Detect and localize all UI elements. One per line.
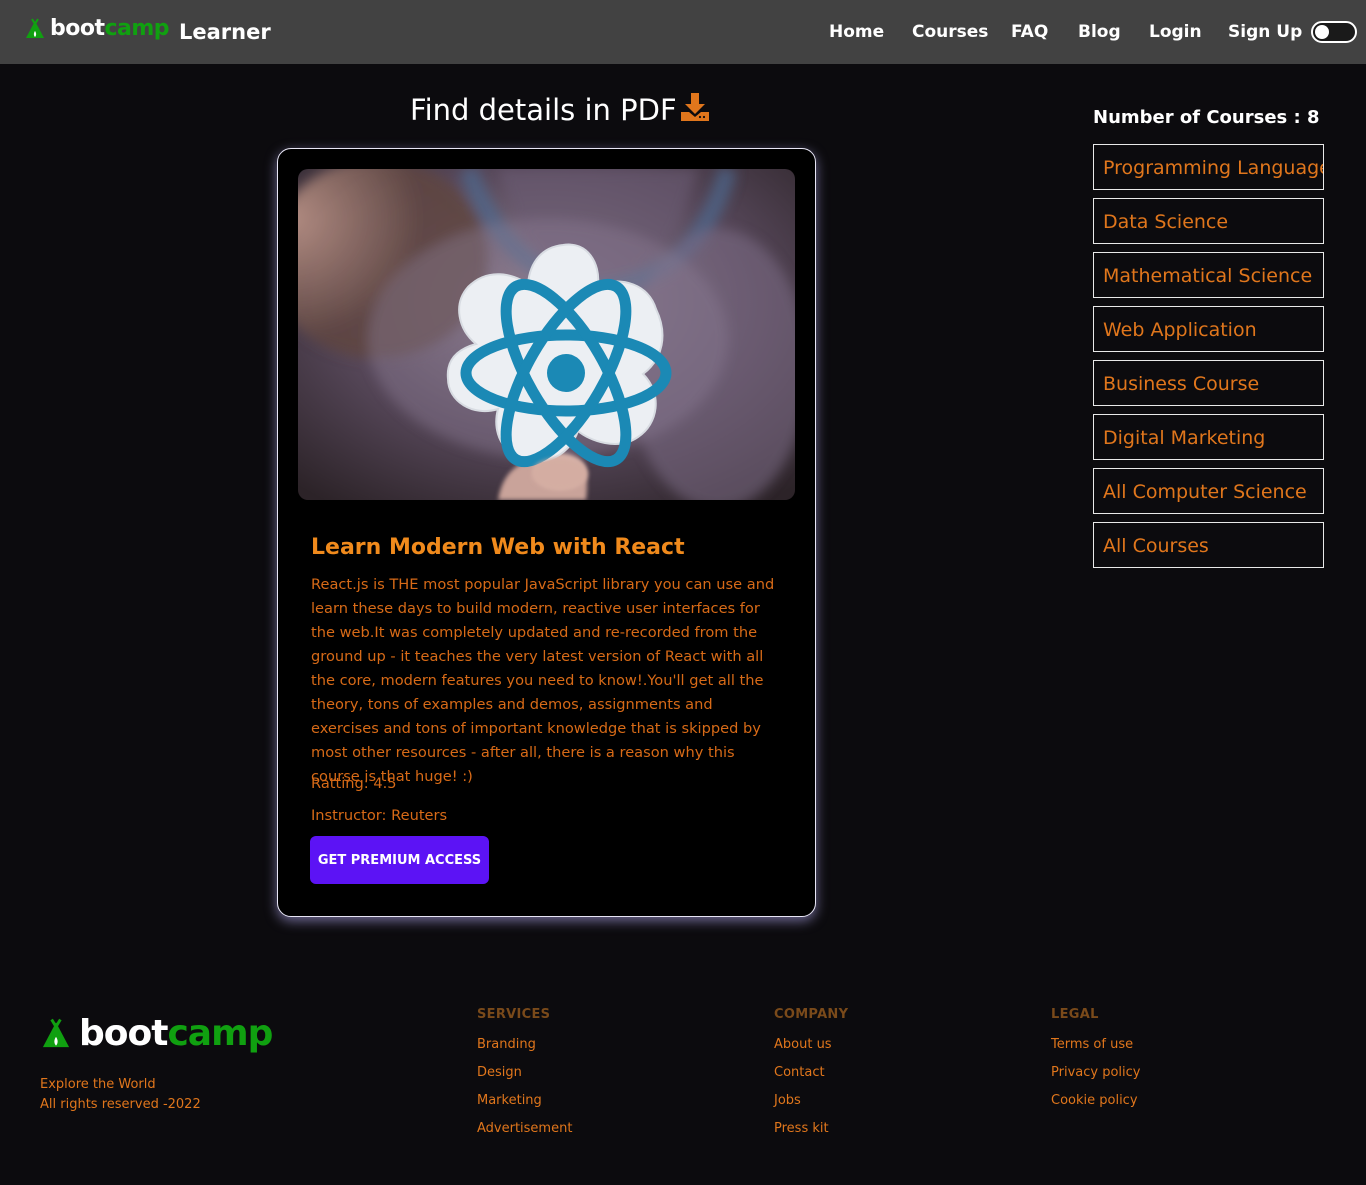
top-navbar: boot camp Learner Home Courses FAQ Blog L… [0, 0, 1366, 64]
nav-signup-link[interactable]: Sign Up [1228, 22, 1302, 42]
logo-camp-text: camp [104, 16, 170, 41]
category-programming-language[interactable]: Programming Language [1093, 144, 1324, 190]
footer-link-contact[interactable]: Contact [774, 1064, 848, 1092]
course-count-label: Number of Courses : 8 [1093, 107, 1320, 128]
category-mathematical-science[interactable]: Mathematical Science [1093, 252, 1324, 298]
course-card: Learn Modern Web with React React.js is … [277, 148, 816, 917]
footer-link-branding[interactable]: Branding [477, 1036, 572, 1064]
footer-legal-column: LEGAL Terms of use Privacy policy Cookie… [1051, 1007, 1140, 1120]
footer-link-privacy-policy[interactable]: Privacy policy [1051, 1064, 1140, 1092]
download-icon[interactable] [679, 91, 711, 123]
pdf-download-heading[interactable]: Find details in PDF [410, 93, 711, 127]
footer-link-advertisement[interactable]: Advertisement [477, 1120, 572, 1148]
footer-link-terms-of-use[interactable]: Terms of use [1051, 1036, 1140, 1064]
footer-logo-camp-text: camp [167, 1013, 273, 1054]
nav-blog-link[interactable]: Blog [1078, 22, 1121, 42]
category-all-courses[interactable]: All Courses [1093, 522, 1324, 568]
nav-login-link[interactable]: Login [1149, 22, 1202, 42]
footer-logo-boot-text: boot [79, 1013, 168, 1054]
nav-faq-link[interactable]: FAQ [1011, 22, 1048, 42]
theme-toggle[interactable] [1311, 21, 1357, 43]
footer-company-column: COMPANY About us Contact Jobs Press kit [774, 1007, 848, 1148]
footer-logo[interactable]: boot camp [40, 1013, 273, 1054]
category-all-computer-science[interactable]: All Computer Science [1093, 468, 1324, 514]
course-instructor: Instructor: Reuters [311, 807, 448, 824]
nav-courses-link[interactable]: Courses [912, 22, 988, 42]
toggle-knob [1315, 25, 1329, 39]
course-rating: Ratting: 4.5 [311, 775, 397, 792]
footer-link-design[interactable]: Design [477, 1064, 572, 1092]
footer-link-jobs[interactable]: Jobs [774, 1092, 848, 1120]
logo-boot-text: boot [50, 16, 105, 41]
course-title: Learn Modern Web with React [311, 535, 685, 560]
footer-link-about-us[interactable]: About us [774, 1036, 848, 1064]
react-sticker-photo [298, 169, 795, 500]
footer-company-heading: COMPANY [774, 1007, 849, 1022]
category-web-application[interactable]: Web Application [1093, 306, 1324, 352]
brand-name: Learner [179, 20, 271, 44]
get-premium-access-button[interactable]: GET PREMIUM ACCESS [310, 836, 489, 884]
nav-home-link[interactable]: Home [829, 22, 884, 42]
footer-legal-heading: LEGAL [1051, 1007, 1099, 1022]
footer-services-heading: SERVICES [477, 1007, 551, 1022]
course-description: React.js is THE most popular JavaScript … [311, 576, 775, 785]
footer-tagline-explore: Explore the World [40, 1077, 156, 1092]
pdf-heading-text: Find details in PDF [410, 93, 677, 127]
bootcamp-logo[interactable]: boot camp [24, 16, 170, 41]
tent-icon [42, 1018, 70, 1047]
footer-copyright: All rights reserved -2022 [40, 1097, 201, 1112]
category-business-course[interactable]: Business Course [1093, 360, 1324, 406]
footer-link-cookie-policy[interactable]: Cookie policy [1051, 1092, 1140, 1120]
course-image [298, 169, 795, 500]
footer-services-column: SERVICES Branding Design Marketing Adver… [477, 1007, 572, 1148]
tent-icon [26, 17, 44, 38]
footer-link-marketing[interactable]: Marketing [477, 1092, 572, 1120]
category-data-science[interactable]: Data Science [1093, 198, 1324, 244]
category-digital-marketing[interactable]: Digital Marketing [1093, 414, 1324, 460]
footer-tagline: Explore the World All rights reserved -2… [40, 1075, 201, 1115]
footer-link-press-kit[interactable]: Press kit [774, 1120, 848, 1148]
